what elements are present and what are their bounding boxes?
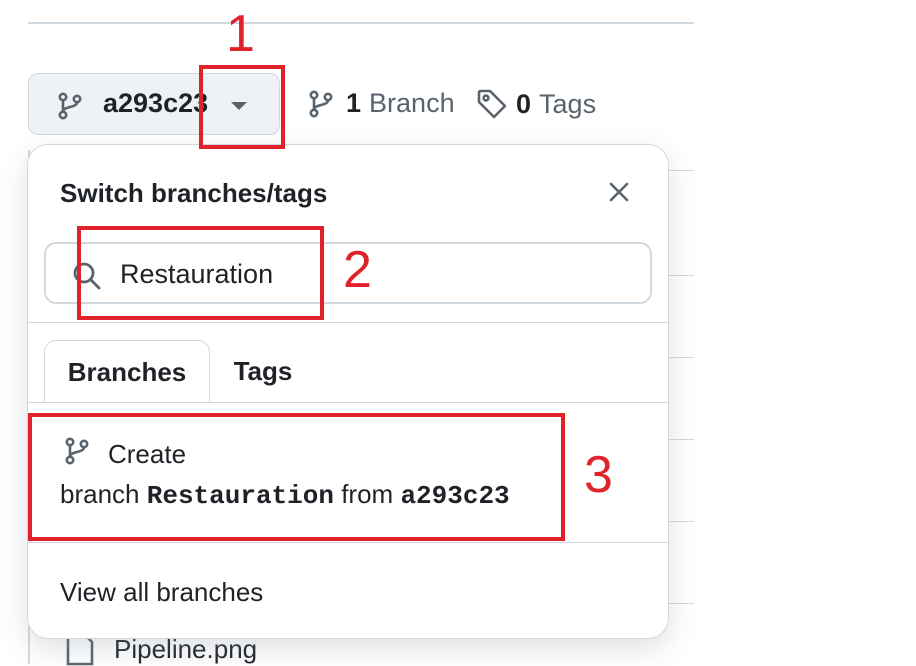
popover-title: Switch branches/tags xyxy=(60,178,328,208)
divider xyxy=(668,170,694,171)
branches-label: Branch xyxy=(369,88,455,118)
divider xyxy=(28,402,668,403)
branches-count: 1 xyxy=(346,88,362,118)
divider xyxy=(668,357,694,358)
view-all-branches-link[interactable]: View all branches xyxy=(60,577,263,608)
tab-branches[interactable]: Branches xyxy=(44,340,210,403)
annotation-label-1: 1 xyxy=(226,5,255,63)
divider xyxy=(668,439,694,440)
tags-label: Tags xyxy=(539,88,597,119)
divider xyxy=(28,322,668,323)
divider xyxy=(668,275,694,276)
tag-icon xyxy=(476,88,508,120)
x-icon xyxy=(608,181,630,203)
annotation-box-1 xyxy=(199,65,285,149)
annotation-label-3: 3 xyxy=(584,446,613,504)
divider xyxy=(668,521,694,522)
file-name: Pipeline.png xyxy=(114,633,258,664)
annotation-label-2: 2 xyxy=(343,241,372,299)
close-button[interactable] xyxy=(604,177,634,207)
branch-switcher-popover: Switch branches/tags Branches Tags Creat… xyxy=(28,145,668,638)
divider xyxy=(668,603,694,604)
git-branch-icon xyxy=(308,89,334,118)
current-ref-label: a293c23 xyxy=(103,88,209,118)
tags-link[interactable]: 0 Tags xyxy=(476,88,596,120)
branches-link[interactable]: 1 Branch xyxy=(308,88,455,119)
annotation-box-2 xyxy=(77,226,324,320)
tab-tags[interactable]: Tags xyxy=(218,340,308,402)
tags-count: 0 xyxy=(516,88,532,119)
git-branch-icon xyxy=(57,92,83,125)
divider xyxy=(28,542,668,543)
annotation-box-3 xyxy=(28,413,565,541)
divider xyxy=(28,22,694,24)
